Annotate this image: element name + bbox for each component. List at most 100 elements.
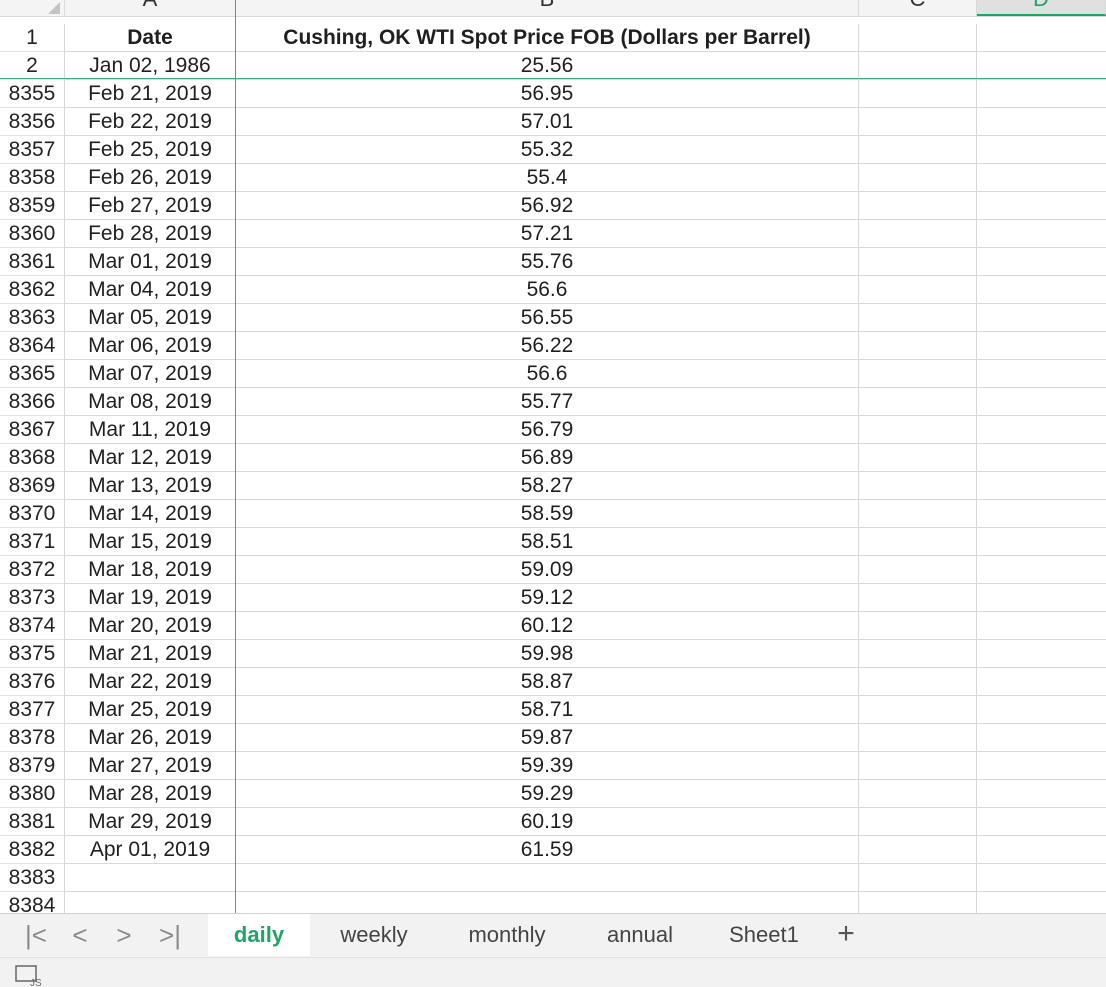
cell-empty[interactable] — [977, 248, 1106, 276]
cell-empty[interactable] — [859, 836, 977, 864]
cell-price[interactable]: 60.19 — [236, 808, 859, 836]
column-header-c[interactable]: C — [859, 0, 977, 16]
cell-date[interactable]: Mar 22, 2019 — [65, 668, 236, 696]
cell-empty[interactable] — [859, 164, 977, 192]
cell-price[interactable] — [236, 864, 859, 892]
cell-price[interactable]: 25.56 — [236, 52, 859, 80]
cell-empty[interactable] — [977, 276, 1106, 304]
cell-empty[interactable] — [977, 192, 1106, 220]
cell-empty[interactable] — [859, 668, 977, 696]
cell-price[interactable]: 55.77 — [236, 388, 859, 416]
cell-empty[interactable] — [977, 836, 1106, 864]
cell-empty[interactable] — [977, 584, 1106, 612]
row-number[interactable]: 8359 — [0, 192, 65, 220]
cell-empty[interactable] — [859, 220, 977, 248]
cell-empty[interactable] — [977, 444, 1106, 472]
cell-empty[interactable] — [859, 724, 977, 752]
cell-empty[interactable] — [977, 528, 1106, 556]
cell-empty[interactable] — [859, 388, 977, 416]
row-number[interactable]: 8377 — [0, 696, 65, 724]
cell-date[interactable]: Mar 01, 2019 — [65, 248, 236, 276]
row-number[interactable]: 8374 — [0, 612, 65, 640]
row-number[interactable]: 8383 — [0, 864, 65, 892]
cell-empty[interactable] — [977, 752, 1106, 780]
row-number[interactable]: 8364 — [0, 332, 65, 360]
row-number[interactable]: 8370 — [0, 500, 65, 528]
row-number[interactable]: 8384 — [0, 892, 65, 913]
cell-empty[interactable] — [977, 724, 1106, 752]
cell-price[interactable]: 58.87 — [236, 668, 859, 696]
row-number[interactable]: 8367 — [0, 416, 65, 444]
column-header-b[interactable]: B — [236, 0, 859, 16]
cell-date[interactable]: Mar 07, 2019 — [65, 360, 236, 388]
row-number[interactable]: 8356 — [0, 108, 65, 136]
cell-date[interactable]: Mar 04, 2019 — [65, 276, 236, 304]
cell-empty[interactable] — [859, 584, 977, 612]
cell-date[interactable]: Mar 21, 2019 — [65, 640, 236, 668]
cell-empty[interactable] — [859, 556, 977, 584]
cell-empty[interactable] — [859, 416, 977, 444]
cell-empty[interactable] — [977, 416, 1106, 444]
cell-date[interactable]: Mar 27, 2019 — [65, 752, 236, 780]
row-number[interactable]: 8372 — [0, 556, 65, 584]
row-number[interactable]: 8355 — [0, 80, 65, 108]
cell-date[interactable]: Mar 05, 2019 — [65, 304, 236, 332]
cell-price[interactable]: 56.22 — [236, 332, 859, 360]
cell-empty[interactable] — [859, 528, 977, 556]
row-number[interactable]: 8373 — [0, 584, 65, 612]
cell-price[interactable]: 58.27 — [236, 472, 859, 500]
tab-annual[interactable]: annual — [584, 914, 696, 956]
tab-weekly[interactable]: weekly — [316, 914, 432, 956]
cell-date[interactable] — [65, 864, 236, 892]
cell-empty[interactable] — [977, 360, 1106, 388]
cell-empty[interactable] — [977, 136, 1106, 164]
cell-price[interactable]: 56.55 — [236, 304, 859, 332]
cell-date[interactable]: Feb 26, 2019 — [65, 164, 236, 192]
row-number[interactable]: 8375 — [0, 640, 65, 668]
cell-date-header[interactable]: Date — [65, 24, 236, 52]
cell-price[interactable]: 59.09 — [236, 556, 859, 584]
cell-empty[interactable] — [859, 108, 977, 136]
cell-date[interactable]: Mar 15, 2019 — [65, 528, 236, 556]
next-sheet-icon[interactable]: > — [110, 920, 138, 950]
cell-empty[interactable] — [977, 24, 1106, 52]
cell-empty[interactable] — [859, 248, 977, 276]
row-number[interactable]: 8380 — [0, 780, 65, 808]
cell-price[interactable]: 56.89 — [236, 444, 859, 472]
cell-empty[interactable] — [977, 388, 1106, 416]
row-number[interactable]: 8366 — [0, 388, 65, 416]
cell-empty[interactable] — [859, 24, 977, 52]
cell-date[interactable]: Mar 11, 2019 — [65, 416, 236, 444]
row-number[interactable]: 8381 — [0, 808, 65, 836]
cell-empty[interactable] — [977, 556, 1106, 584]
cell-price[interactable]: 61.59 — [236, 836, 859, 864]
cell-empty[interactable] — [977, 220, 1106, 248]
first-sheet-icon[interactable]: |< — [22, 920, 50, 950]
row-number[interactable]: 8365 — [0, 360, 65, 388]
cell-price[interactable]: 56.92 — [236, 192, 859, 220]
cell-price[interactable]: 58.71 — [236, 696, 859, 724]
row-number[interactable]: 2 — [0, 52, 65, 80]
cell-empty[interactable] — [859, 52, 977, 80]
row-number[interactable]: 1 — [0, 24, 65, 52]
row-number[interactable]: 8376 — [0, 668, 65, 696]
cell-price[interactable]: 59.98 — [236, 640, 859, 668]
cell-date[interactable] — [65, 892, 236, 913]
cell-date[interactable]: Mar 13, 2019 — [65, 472, 236, 500]
cell-empty[interactable] — [859, 696, 977, 724]
cell-price[interactable]: 57.01 — [236, 108, 859, 136]
cell-empty[interactable] — [977, 164, 1106, 192]
cell-date[interactable]: Feb 28, 2019 — [65, 220, 236, 248]
tab-monthly[interactable]: monthly — [440, 914, 574, 956]
cell-empty[interactable] — [977, 332, 1106, 360]
cell-empty[interactable] — [977, 52, 1106, 80]
row-number[interactable]: 8382 — [0, 836, 65, 864]
cell-empty[interactable] — [977, 780, 1106, 808]
cell-price[interactable]: 60.12 — [236, 612, 859, 640]
row-number[interactable]: 8368 — [0, 444, 65, 472]
cell-price[interactable]: 55.32 — [236, 136, 859, 164]
cell-date[interactable]: Feb 21, 2019 — [65, 80, 236, 108]
cell-date[interactable]: Feb 25, 2019 — [65, 136, 236, 164]
cell-empty[interactable] — [977, 808, 1106, 836]
last-sheet-icon[interactable]: >| — [156, 920, 184, 950]
